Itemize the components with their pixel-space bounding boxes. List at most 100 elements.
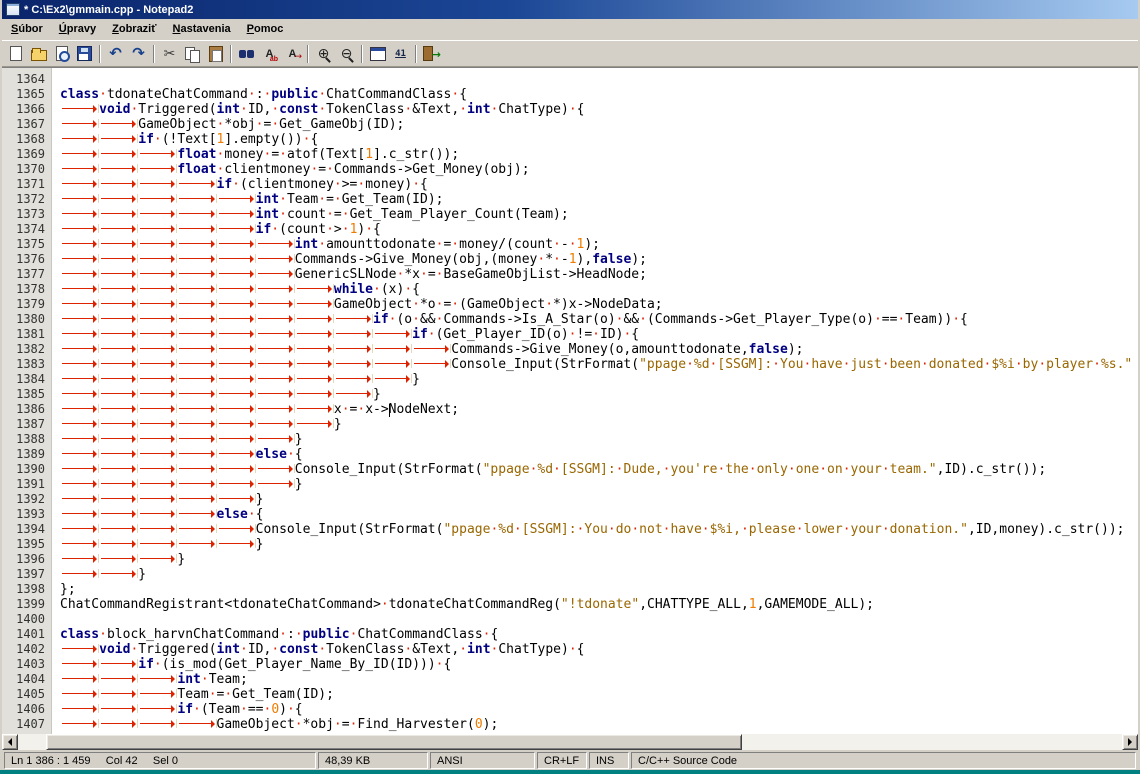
line-number[interactable]: 1372 <box>2 192 45 207</box>
code-line[interactable]: if·(count·>·1)·{ <box>60 222 1138 237</box>
code-line[interactable]: GameObject·*o·=·(GameObject·*)x->NodeDat… <box>60 297 1138 312</box>
line-number[interactable]: 1379 <box>2 297 45 312</box>
replace-button[interactable] <box>258 43 281 65</box>
code-line[interactable]: if·(Team·==·0)·{ <box>60 702 1138 717</box>
line-number[interactable]: 1407 <box>2 717 45 732</box>
line-number[interactable]: 1369 <box>2 147 45 162</box>
new-file-button[interactable] <box>4 43 27 65</box>
line-number[interactable]: 1389 <box>2 447 45 462</box>
view-scheme-button[interactable] <box>366 43 389 65</box>
line-number[interactable]: 1367 <box>2 117 45 132</box>
exit-button[interactable] <box>420 43 443 65</box>
code-line[interactable]: GameObject·*obj·=·Find_Harvester(0); <box>60 717 1138 732</box>
code-line[interactable]: else·{ <box>60 507 1138 522</box>
scroll-thumb[interactable] <box>46 734 742 750</box>
code-line[interactable]: } <box>60 492 1138 507</box>
line-number[interactable]: 1368 <box>2 132 45 147</box>
line-number[interactable]: 1392 <box>2 492 45 507</box>
menu-item-settings[interactable]: Nastavenia <box>165 19 239 40</box>
line-number[interactable]: 1366 <box>2 102 45 117</box>
line-number[interactable]: 1393 <box>2 507 45 522</box>
menu-item-file[interactable]: Súbor <box>3 19 51 40</box>
line-number[interactable]: 1406 <box>2 702 45 717</box>
code-line[interactable]: } <box>60 387 1138 402</box>
status-encoding[interactable]: ANSI <box>430 752 535 769</box>
code-line[interactable]: Commands->Give_Money(o,amounttodonate,fa… <box>60 342 1138 357</box>
code-line[interactable]: GameObject·*obj·=·Get_GameObj(ID); <box>60 117 1138 132</box>
redo-button[interactable] <box>127 43 150 65</box>
code-line[interactable]: } <box>60 372 1138 387</box>
line-number[interactable]: 1402 <box>2 642 45 657</box>
menu-item-edit[interactable]: Úpravy <box>51 19 104 40</box>
line-number[interactable]: 1364 <box>2 72 45 87</box>
code-line[interactable]: int·Team; <box>60 672 1138 687</box>
line-number[interactable]: 1399 <box>2 597 45 612</box>
line-number[interactable]: 1381 <box>2 327 45 342</box>
code-line[interactable]: if·(clientmoney·>=·money)·{ <box>60 177 1138 192</box>
menu-item-view[interactable]: Zobraziť <box>104 19 164 40</box>
line-number[interactable]: 1397 <box>2 567 45 582</box>
code-line[interactable]: int·amounttodonate·=·money/(count·-·1); <box>60 237 1138 252</box>
code-line[interactable]: float·money·=·atof(Text[1].c_str()); <box>60 147 1138 162</box>
line-number[interactable]: 1378 <box>2 282 45 297</box>
status-insert-mode[interactable]: INS <box>589 752 629 769</box>
code-line[interactable]: if·(o·&&·Commands->Is_A_Star(o)·&&·(Comm… <box>60 312 1138 327</box>
line-number[interactable]: 1375 <box>2 237 45 252</box>
code-line[interactable]: } <box>60 432 1138 447</box>
code-line[interactable]: void·Triggered(int·ID,·const·TokenClass·… <box>60 642 1138 657</box>
zoom-out-button[interactable] <box>335 43 358 65</box>
code-line[interactable]: int·count·=·Get_Team_Player_Count(Team); <box>60 207 1138 222</box>
code-area[interactable]: class·tdonateChatCommand·:·public·ChatCo… <box>52 68 1138 734</box>
line-number[interactable]: 1380 <box>2 312 45 327</box>
line-number[interactable]: 1404 <box>2 672 45 687</box>
app-icon[interactable] <box>6 3 20 16</box>
line-number[interactable]: 1377 <box>2 267 45 282</box>
line-number[interactable]: 1395 <box>2 537 45 552</box>
code-line[interactable] <box>60 72 1138 87</box>
browse-files-button[interactable] <box>50 43 73 65</box>
code-line[interactable]: float·clientmoney·=·Commands->Get_Money(… <box>60 162 1138 177</box>
line-number[interactable]: 1386 <box>2 402 45 417</box>
code-line[interactable]: x·=·x->NodeNext; <box>60 402 1138 417</box>
status-file-size[interactable]: 48,39 KB <box>318 752 428 769</box>
code-line[interactable]: else·{ <box>60 447 1138 462</box>
line-number[interactable]: 1390 <box>2 462 45 477</box>
line-number[interactable]: 1403 <box>2 657 45 672</box>
line-number[interactable]: 1373 <box>2 207 45 222</box>
line-number[interactable]: 1398 <box>2 582 45 597</box>
line-number[interactable]: 1385 <box>2 387 45 402</box>
cut-button[interactable] <box>158 43 181 65</box>
line-number[interactable]: 1370 <box>2 162 45 177</box>
line-number[interactable]: 1401 <box>2 627 45 642</box>
code-line[interactable]: } <box>60 417 1138 432</box>
paste-button[interactable] <box>204 43 227 65</box>
status-line-ending[interactable]: CR+LF <box>537 752 587 769</box>
code-line[interactable]: Commands->Give_Money(obj,(money·*·-1),fa… <box>60 252 1138 267</box>
line-number[interactable]: 1388 <box>2 432 45 447</box>
code-line[interactable]: if·(Get_Player_ID(o)·!=·ID)·{ <box>60 327 1138 342</box>
save-file-button[interactable] <box>73 43 96 65</box>
titlebar[interactable]: * C:\Ex2\gmmain.cpp - Notepad2 <box>2 0 1138 19</box>
line-number[interactable]: 1400 <box>2 612 45 627</box>
line-number[interactable]: 1384 <box>2 372 45 387</box>
editor[interactable]: 1364136513661367136813691370137113721373… <box>2 67 1138 734</box>
find-next-button[interactable] <box>281 43 304 65</box>
code-line[interactable]: Team·=·Get_Team(ID); <box>60 687 1138 702</box>
line-number-margin[interactable]: 1364136513661367136813691370137113721373… <box>2 68 52 734</box>
code-line[interactable]: Console_Input(StrFormat("ppage·%d·[SSGM]… <box>60 357 1138 372</box>
code-line[interactable]: class·block_harvnChatCommand·:·public·Ch… <box>60 627 1138 642</box>
code-line[interactable]: while·(x)·{ <box>60 282 1138 297</box>
code-line[interactable]: } <box>60 567 1138 582</box>
copy-button[interactable] <box>181 43 204 65</box>
line-number[interactable]: 1376 <box>2 252 45 267</box>
scroll-track[interactable] <box>18 734 1122 750</box>
line-number[interactable]: 1374 <box>2 222 45 237</box>
line-number[interactable]: 1394 <box>2 522 45 537</box>
menu-item-help[interactable]: Pomoc <box>239 19 292 40</box>
code-line[interactable]: if·(!Text[1].empty())·{ <box>60 132 1138 147</box>
open-file-button[interactable] <box>27 43 50 65</box>
code-line[interactable]: GenericSLNode·*x·=·BaseGameObjList->Head… <box>60 267 1138 282</box>
code-line[interactable]: }; <box>60 582 1138 597</box>
scroll-right-button[interactable] <box>1122 734 1138 750</box>
find-button[interactable] <box>235 43 258 65</box>
